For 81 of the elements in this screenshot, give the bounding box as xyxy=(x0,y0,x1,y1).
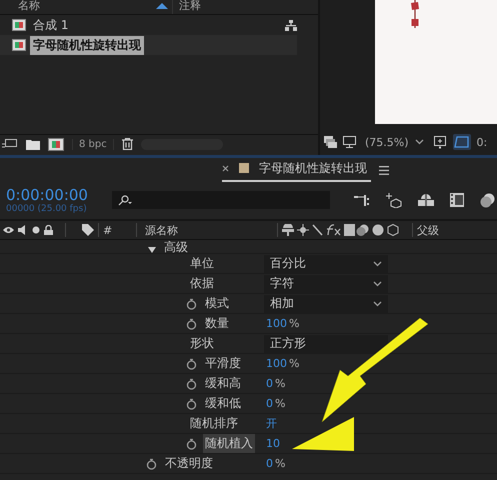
column-header[interactable]: 注释 xyxy=(179,0,201,12)
column-header[interactable]: 名称 xyxy=(18,0,40,14)
property-dropdown[interactable]: 字符 xyxy=(264,274,388,292)
property-name[interactable]: 数量 xyxy=(203,314,231,333)
property-name[interactable]: 依据 xyxy=(188,274,216,293)
zoom-dropdown[interactable]: (75.5%) xyxy=(362,136,427,148)
column-header[interactable]: # xyxy=(103,224,112,236)
timecode[interactable]: 0:00:00:00 xyxy=(6,186,106,204)
flowchart-icon[interactable] xyxy=(285,20,297,30)
speaker-icon[interactable] xyxy=(18,225,28,235)
property-value[interactable]: 100 xyxy=(264,357,287,370)
circles-icon[interactable] xyxy=(480,192,495,208)
property-name[interactable]: 单位 xyxy=(188,254,216,273)
sort-icon[interactable] xyxy=(156,3,168,9)
property-name[interactable]: 模式 xyxy=(203,294,231,313)
property-name[interactable]: 缓和低 xyxy=(203,394,243,413)
stopwatch-icon[interactable] xyxy=(186,398,197,410)
property-name[interactable]: 随机排序 xyxy=(188,414,240,433)
property-name[interactable]: 不透明度 xyxy=(163,454,215,473)
property-value[interactable]: 0 xyxy=(264,457,273,470)
layers-icon[interactable] xyxy=(324,136,337,148)
stopwatch-icon[interactable] xyxy=(186,438,197,450)
chevron-icon xyxy=(373,300,382,306)
property-dropdown[interactable]: 百分比 xyxy=(264,254,388,272)
shape-drawing xyxy=(410,0,420,30)
close-icon[interactable] xyxy=(222,164,229,172)
region-icon[interactable] xyxy=(432,135,447,149)
unit-label: % xyxy=(288,317,300,330)
property-value[interactable]: 正方形 xyxy=(264,334,388,352)
film-icon[interactable] xyxy=(450,193,464,207)
label-icon[interactable] xyxy=(82,224,94,236)
property-value[interactable]: 开 xyxy=(264,416,277,431)
search-field[interactable] xyxy=(112,191,330,209)
unit-label: % xyxy=(288,357,300,370)
switches-icons-drawing[interactable] xyxy=(282,224,400,236)
bit-depth-label[interactable]: 8 bpc xyxy=(72,138,114,150)
lock-icon[interactable] xyxy=(44,225,53,235)
column-header[interactable]: 源名称 xyxy=(141,222,266,238)
eye-icon[interactable] xyxy=(3,226,14,234)
property-value[interactable]: 100 xyxy=(264,317,287,330)
property-name[interactable]: 高级 xyxy=(162,240,190,252)
stopwatch-icon[interactable] xyxy=(186,358,197,370)
trash-icon[interactable] xyxy=(122,138,133,150)
property-name[interactable]: 随机植入 xyxy=(203,434,255,453)
transparency-grid-icon[interactable] xyxy=(452,134,471,150)
monitor-icon[interactable] xyxy=(343,136,356,148)
stopwatch-icon[interactable] xyxy=(146,458,157,470)
stopwatch-icon[interactable] xyxy=(186,318,197,330)
property-value[interactable]: 10 xyxy=(264,437,280,450)
property-value[interactable]: 0 xyxy=(264,377,273,390)
solo-icon[interactable] xyxy=(32,226,40,234)
interpret-footage-icon[interactable] xyxy=(2,138,18,150)
project-item[interactable]: 字母随机性旋转出现 xyxy=(0,35,297,55)
expand-triangle-icon[interactable] xyxy=(148,246,156,252)
unit-label: % xyxy=(274,457,286,470)
flowchart-icon[interactable] xyxy=(354,194,370,206)
current-time[interactable]: 0: xyxy=(476,136,488,148)
column-header[interactable]: 父级 xyxy=(417,222,440,238)
composition-icon xyxy=(12,39,26,51)
property-name[interactable]: 平滑度 xyxy=(203,354,243,373)
timeline-tab[interactable]: 字母随机性旋转出现 xyxy=(222,158,371,182)
property-name[interactable]: 缓和高 xyxy=(203,374,243,393)
new-composition-icon[interactable] xyxy=(48,138,64,150)
stopwatch-icon[interactable] xyxy=(186,378,197,390)
menu-icon[interactable] xyxy=(379,166,389,174)
project-item[interactable]: 合成 1 xyxy=(0,15,297,35)
light-cube-icon[interactable] xyxy=(386,192,402,208)
chevron-icon xyxy=(373,280,382,286)
composition-icon xyxy=(12,19,26,31)
layer-icon[interactable] xyxy=(418,194,434,206)
property-name[interactable]: 形状 xyxy=(188,334,216,353)
unit-label: % xyxy=(274,377,286,390)
chevron-icon xyxy=(414,139,424,145)
property-dropdown[interactable]: 相加 xyxy=(264,294,388,312)
search-icon xyxy=(118,194,132,206)
stopwatch-icon[interactable] xyxy=(186,298,197,310)
frame-info: 00000 (25.00 fps) xyxy=(6,204,88,214)
unit-label: % xyxy=(274,397,286,410)
property-value[interactable]: 0 xyxy=(264,397,273,410)
chevron-icon xyxy=(373,260,382,266)
folder-icon[interactable] xyxy=(26,138,40,150)
